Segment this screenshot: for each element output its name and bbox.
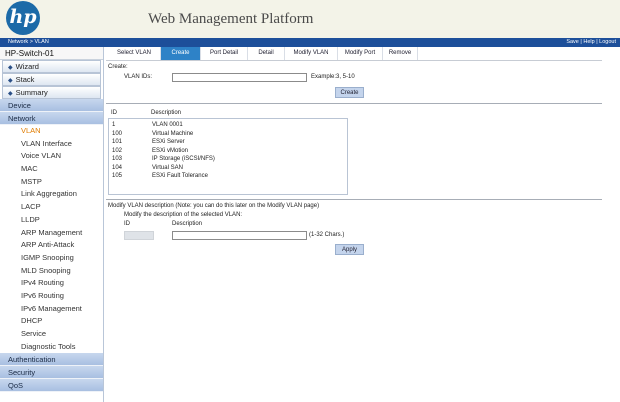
section-divider bbox=[106, 103, 602, 104]
selected-vlan-id bbox=[124, 231, 154, 240]
nav-bar: Network > VLAN Save | Help | Logout bbox=[0, 38, 620, 47]
sidebar-stack[interactable]: ◆ Stack bbox=[2, 73, 101, 86]
sidebar-item-lldp[interactable]: LLDP bbox=[0, 214, 103, 227]
vlan-ids-input[interactable] bbox=[172, 73, 307, 82]
diamond-icon: ◆ bbox=[8, 78, 13, 84]
logout-link[interactable]: Logout bbox=[599, 39, 616, 45]
modify-id-label: ID bbox=[124, 221, 130, 227]
vlan-row[interactable]: 1 VLAN 0001 bbox=[112, 121, 346, 129]
sidebar-item-link-aggregation[interactable]: Link Aggregation bbox=[0, 188, 103, 201]
tab-modify-port[interactable]: Modify Port bbox=[338, 47, 383, 60]
sidebar-wizard[interactable]: ◆ Wizard bbox=[2, 60, 101, 73]
sidebar-item-diagnostic-tools[interactable]: Diagnostic Tools bbox=[0, 341, 103, 354]
hp-logo: hp bbox=[6, 1, 40, 35]
modify-description-label: Description bbox=[172, 221, 203, 227]
device-name: HP-Switch-01 bbox=[0, 47, 103, 60]
tab-remove[interactable]: Remove bbox=[383, 47, 418, 60]
vlan-row[interactable]: 101 ESXi Server bbox=[112, 138, 346, 146]
sidebar-item-ipv6-routing[interactable]: IPv6 Routing bbox=[0, 290, 103, 303]
vlan-list[interactable]: 1 VLAN 0001 100 Virtual Machine 101 ESXi Se… bbox=[108, 118, 348, 195]
tab-underline bbox=[106, 60, 602, 61]
breadcrumb: Network > VLAN bbox=[8, 39, 49, 45]
sidebar-item-arp-management[interactable]: ARP Management bbox=[0, 227, 103, 240]
sidebar-item-lacp[interactable]: LACP bbox=[0, 201, 103, 214]
vlan-ids-example: Example:3, 5-10 bbox=[311, 74, 355, 80]
sidebar-item-igmp-snooping[interactable]: IGMP Snooping bbox=[0, 252, 103, 265]
create-heading: Create: bbox=[108, 64, 128, 70]
app-title: Web Management Platform bbox=[148, 11, 314, 27]
vlan-row[interactable]: 104 Virtual SAN bbox=[112, 164, 346, 172]
header: hp Web Management Platform bbox=[0, 0, 620, 38]
diamond-icon: ◆ bbox=[8, 65, 13, 71]
sidebar-item-dhcp[interactable]: DHCP bbox=[0, 315, 103, 328]
sidebar-item-voice-vlan[interactable]: Voice VLAN bbox=[0, 150, 103, 163]
help-link[interactable]: Help bbox=[583, 39, 594, 45]
sidebar-item-mac[interactable]: MAC bbox=[0, 163, 103, 176]
create-button[interactable]: Create bbox=[335, 87, 364, 98]
vlan-table-header-description: Description bbox=[151, 110, 182, 116]
tab-bar: Select VLAN Create Port Detail Detail Mo… bbox=[108, 47, 418, 60]
sidebar-section-security[interactable]: Security bbox=[0, 366, 103, 380]
sidebar-item-vlan[interactable]: VLAN bbox=[0, 125, 103, 138]
description-length-hint: (1-32 Chars.) bbox=[309, 232, 345, 238]
apply-button[interactable]: Apply bbox=[335, 244, 364, 255]
sidebar-item-mld-snooping[interactable]: MLD Snooping bbox=[0, 265, 103, 278]
sidebar-item-vlan-interface[interactable]: VLAN Interface bbox=[0, 138, 103, 151]
top-links: Save | Help | Logout bbox=[566, 39, 616, 46]
sidebar: HP-Switch-01 ◆ Wizard ◆ Stack ◆ Summary Dev… bbox=[0, 47, 104, 402]
sidebar-item-ipv4-routing[interactable]: IPv4 Routing bbox=[0, 277, 103, 290]
section-divider bbox=[106, 199, 602, 200]
save-link[interactable]: Save bbox=[566, 39, 579, 45]
vlan-row[interactable]: 105 ESXi Fault Tolerance bbox=[112, 172, 346, 180]
sidebar-item-mstp[interactable]: MSTP bbox=[0, 176, 103, 189]
tab-create[interactable]: Create bbox=[161, 47, 201, 60]
tab-port-detail[interactable]: Port Detail bbox=[201, 47, 248, 60]
sidebar-section-network[interactable]: Network bbox=[0, 112, 103, 125]
sidebar-section-device[interactable]: Device bbox=[0, 99, 103, 112]
sidebar-item-ipv6-management[interactable]: IPv6 Management bbox=[0, 303, 103, 316]
sidebar-section-authentication[interactable]: Authentication bbox=[0, 353, 103, 367]
sidebar-item-service[interactable]: Service bbox=[0, 328, 103, 341]
tab-select-vlan[interactable]: Select VLAN bbox=[108, 47, 161, 60]
modify-subheading: Modify the description of the selected V… bbox=[124, 212, 243, 218]
tab-detail[interactable]: Detail bbox=[248, 47, 285, 60]
diamond-icon: ◆ bbox=[8, 91, 13, 97]
vlan-row[interactable]: 102 ESXi vMotion bbox=[112, 147, 346, 155]
vlan-description-input[interactable] bbox=[172, 231, 307, 240]
vlan-ids-label: VLAN IDs: bbox=[124, 74, 153, 80]
sidebar-section-qos[interactable]: QoS bbox=[0, 379, 103, 393]
tab-modify-vlan[interactable]: Modify VLAN bbox=[285, 47, 338, 60]
sidebar-summary[interactable]: ◆ Summary bbox=[2, 86, 101, 99]
vlan-table-header-id: ID bbox=[111, 110, 117, 116]
modify-heading: Modify VLAN description (Note: you can d… bbox=[108, 203, 320, 209]
vlan-row[interactable]: 100 Virtual Machine bbox=[112, 130, 346, 138]
sidebar-item-arp-anti-attack[interactable]: ARP Anti-Attack bbox=[0, 239, 103, 252]
vlan-row[interactable]: 103 IP Storage (iSCSI/NFS) bbox=[112, 155, 346, 163]
